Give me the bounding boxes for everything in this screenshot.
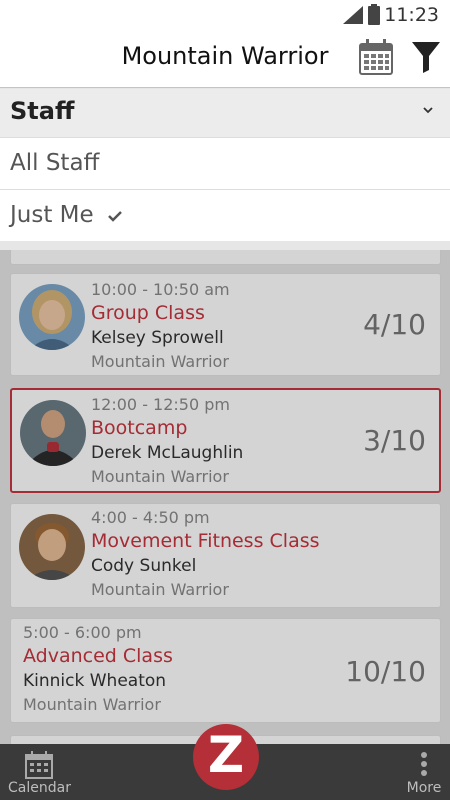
instructor-avatar xyxy=(19,514,85,580)
battery-icon xyxy=(368,4,380,25)
filter-icon[interactable] xyxy=(410,40,442,74)
class-location: Mountain Warrior xyxy=(91,352,229,371)
instructor-name: Kinnick Wheaton xyxy=(23,671,167,691)
status-time: 11:23 xyxy=(384,4,439,26)
instructor-name: Derek McLaughlin xyxy=(91,443,244,463)
class-name: Movement Fitness Class xyxy=(91,530,320,552)
staff-filter-header[interactable]: Staff xyxy=(0,89,450,137)
staff-filter-label: Staff xyxy=(10,97,75,125)
staff-filter-dropdown: Staff All Staff Just Me xyxy=(0,89,450,241)
enrollment-count: 4/10 xyxy=(363,308,426,341)
list-item[interactable] xyxy=(10,250,441,265)
class-card[interactable]: 5:00 - 6:00 pm Advanced Class Kinnick Wh… xyxy=(10,618,441,723)
class-name: Bootcamp xyxy=(91,417,188,439)
instructor-avatar xyxy=(19,284,85,350)
option-label: Just Me xyxy=(10,202,94,228)
calendar-icon[interactable] xyxy=(358,38,394,76)
class-card[interactable]: 4:00 - 4:50 pm Movement Fitness Class Co… xyxy=(10,503,441,608)
app-header: Mountain Warrior xyxy=(0,30,450,88)
class-card[interactable]: 10:00 - 10:50 am Group Class Kelsey Spro… xyxy=(10,273,441,376)
class-card-selected[interactable]: 12:00 - 12:50 pm Bootcamp Derek McLaughl… xyxy=(10,388,441,493)
zen-logo-button[interactable]: Z xyxy=(193,724,259,790)
chevron-down-icon xyxy=(423,107,433,114)
instructor-avatar xyxy=(20,400,86,466)
class-name: Group Class xyxy=(91,302,205,324)
option-just-me[interactable]: Just Me xyxy=(0,189,450,241)
class-location: Mountain Warrior xyxy=(91,580,229,599)
class-time: 12:00 - 12:50 pm xyxy=(91,395,230,414)
class-location: Mountain Warrior xyxy=(91,467,229,486)
class-time: 10:00 - 10:50 am xyxy=(91,280,230,299)
logo-letter: Z xyxy=(207,726,245,784)
status-bar: 11:23 xyxy=(0,0,450,30)
nav-more[interactable]: More xyxy=(404,748,444,800)
class-time: 4:00 - 4:50 pm xyxy=(91,508,210,527)
more-vertical-icon xyxy=(421,752,427,776)
enrollment-count: 10/10 xyxy=(345,655,426,688)
nav-calendar-label: Calendar xyxy=(8,780,71,796)
signal-icon xyxy=(343,6,363,24)
class-name: Advanced Class xyxy=(23,645,173,667)
instructor-name: Cody Sunkel xyxy=(91,556,197,576)
nav-calendar[interactable]: Calendar xyxy=(8,748,71,800)
nav-more-label: More xyxy=(406,780,442,796)
calendar-icon xyxy=(25,751,53,779)
class-location: Mountain Warrior xyxy=(23,695,161,714)
enrollment-count: 3/10 xyxy=(363,424,426,457)
class-time: 5:00 - 6:00 pm xyxy=(23,623,142,642)
checkmark-icon xyxy=(108,211,122,222)
instructor-name: Kelsey Sprowell xyxy=(91,328,224,348)
class-list: 10:00 - 10:50 am Group Class Kelsey Spro… xyxy=(0,250,450,744)
option-label: All Staff xyxy=(10,150,100,176)
option-all-staff[interactable]: All Staff xyxy=(0,137,450,189)
